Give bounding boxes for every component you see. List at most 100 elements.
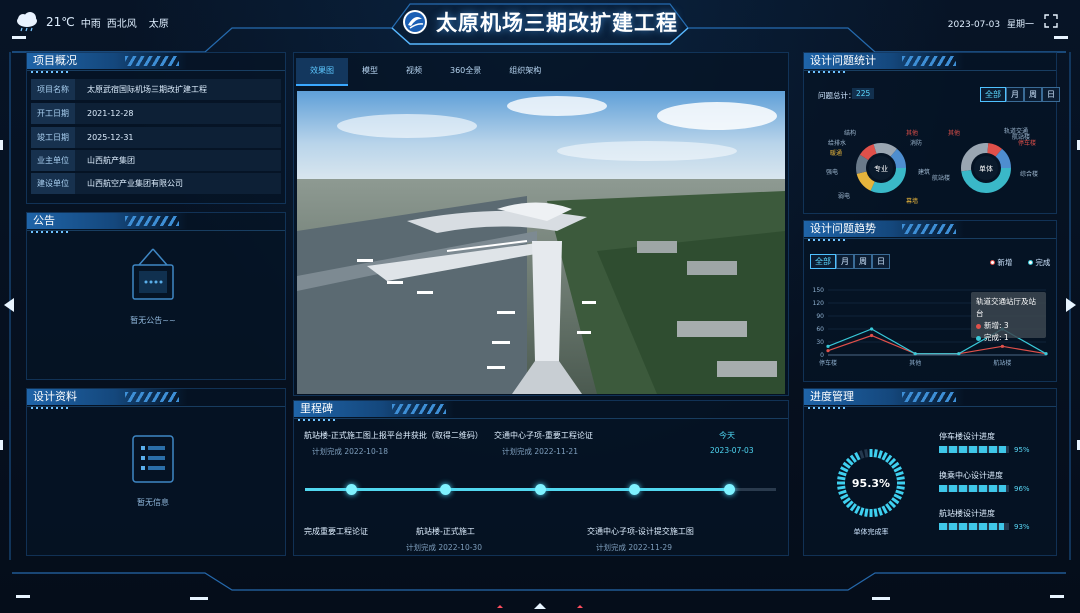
- data-point[interactable]: [913, 352, 917, 356]
- y-tick-label: 60: [816, 326, 824, 333]
- milestone-dot[interactable]: [629, 484, 640, 495]
- donut-label: 结构: [844, 129, 856, 137]
- tab-panorama[interactable]: 360全景: [436, 58, 495, 86]
- progress-bar-track: [939, 523, 1009, 530]
- legend-added-marker: [990, 260, 995, 265]
- filter-day[interactable]: 日: [872, 254, 890, 269]
- progress-ring-segment: [842, 497, 851, 505]
- progress-item-pct: 95%: [1014, 446, 1030, 454]
- progress-ring-segment: [891, 461, 900, 469]
- trend-legend-added: 新增: [990, 257, 1012, 268]
- notice-empty-state: 暂无公告~~: [123, 247, 183, 326]
- milestone-progress: [305, 488, 732, 491]
- tooltip-added-value: 3: [1003, 321, 1009, 330]
- overview-row: 项目名称 太原武宿国际机场三期改扩建工程: [31, 79, 281, 100]
- progress-ring-segment: [895, 489, 904, 495]
- data-point[interactable]: [957, 352, 961, 356]
- donut-label: 给排水: [828, 139, 846, 147]
- notice-board-icon: [132, 248, 174, 300]
- issue-donut-charts: 专业 结构 给排水 暖通 强电 弱电 建筑 幕墙 其他 消防 单体 其他 停车楼…: [826, 127, 1038, 205]
- filter-week[interactable]: 周: [1024, 87, 1042, 102]
- wind-direction: 西北风: [106, 18, 137, 30]
- milestone-label: 完成重要工程论证: [304, 527, 368, 536]
- design-docs-empty-text: 暂无信息: [137, 498, 169, 507]
- milestone-date: 计划完成 2022-10-30: [406, 543, 482, 552]
- milestone-label: 交通中心子项-设计提交施工图: [587, 527, 694, 536]
- filter-week[interactable]: 周: [854, 254, 872, 269]
- progress-item-pct: 93%: [1014, 523, 1030, 531]
- tab-model[interactable]: 模型: [348, 58, 392, 86]
- donut-label: 其他: [948, 129, 960, 137]
- progress-ring-segment: [881, 452, 888, 461]
- overview-key: 竣工日期: [31, 127, 75, 148]
- data-point[interactable]: [870, 333, 874, 338]
- donut-label: 其他: [906, 129, 918, 137]
- data-point[interactable]: [826, 349, 830, 353]
- donut-label: 暖通: [830, 149, 842, 157]
- progress-ring-segment: [888, 500, 897, 509]
- media-tabs: 效果图 模型 视频 360全景 组织架构: [296, 58, 555, 86]
- progress-ring-segment: [891, 497, 900, 505]
- progress-bar-fill: [939, 485, 1007, 492]
- filter-month[interactable]: 月: [836, 254, 854, 269]
- progress-item-label: 停车楼设计进度: [939, 432, 995, 441]
- filter-all[interactable]: 全部: [980, 87, 1006, 102]
- progress-ring-segment: [854, 505, 861, 514]
- legend-done-marker: [1028, 260, 1033, 265]
- airport-logo-icon: [403, 10, 427, 34]
- tooltip-done-label: 完成:: [984, 333, 1002, 342]
- tab-rendering[interactable]: 效果图: [296, 58, 348, 86]
- filter-all[interactable]: 全部: [810, 254, 836, 269]
- x-tick-label: 航站楼: [993, 359, 1011, 367]
- tab-organization[interactable]: 组织架构: [495, 58, 555, 86]
- progress-ring-segment: [895, 471, 904, 477]
- progress-ring-segment: [885, 503, 893, 512]
- issue-total-value: 225: [852, 88, 875, 99]
- notice-panel: 公告 暂无公告~~: [26, 212, 286, 380]
- milestone-today-date: 2023-07-03: [710, 446, 754, 455]
- current-weekday: 星期一: [1006, 20, 1034, 30]
- milestone-dot[interactable]: [535, 484, 546, 495]
- overview-key: 业主单位: [31, 150, 75, 171]
- progress-ring-segment: [881, 505, 888, 514]
- issue-total-label: 问题总计：: [818, 91, 856, 100]
- weather-widget: 21℃ 中雨 西北风 太原: [14, 12, 169, 32]
- overview-key: 项目名称: [31, 79, 75, 100]
- legend-added-label: 新增: [997, 258, 1013, 267]
- milestone-label: 交通中心子项-重要工程论证: [494, 431, 593, 440]
- airport-rendering-image: [297, 91, 785, 394]
- progress-ring-segment: [845, 500, 854, 509]
- filter-month[interactable]: 月: [1006, 87, 1024, 102]
- progress-ring-segment: [873, 449, 878, 458]
- tooltip-added-label: 新增:: [984, 321, 1002, 330]
- progress-ring-segment: [877, 450, 883, 459]
- progress-item-label: 换乘中心设计进度: [939, 471, 1003, 480]
- milestone-dot-today[interactable]: [724, 484, 735, 495]
- data-point[interactable]: [826, 344, 830, 348]
- notice-empty-text: 暂无公告~~: [130, 316, 176, 325]
- progress-ring-segment: [840, 466, 849, 473]
- data-point[interactable]: [1000, 344, 1004, 348]
- progress-ring-segment: [837, 485, 846, 490]
- panel-title: 设计问题趋势: [804, 221, 964, 237]
- donut-center-label: 单体: [979, 164, 993, 173]
- fullscreen-icon[interactable]: [1044, 14, 1058, 28]
- milestone-dot[interactable]: [440, 484, 451, 495]
- panel-title: 公告: [27, 213, 187, 229]
- project-overview-panel: 项目概况 项目名称 太原武宿国际机场三期改扩建工程 开工日期 2021-12-2…: [26, 52, 286, 204]
- progress-item-pct: 96%: [1014, 485, 1030, 493]
- data-point[interactable]: [1044, 352, 1048, 356]
- filter-day[interactable]: 日: [1042, 87, 1060, 102]
- trend-tooltip: 轨道交通站厅及站台 新增: 3 完成: 1: [971, 292, 1046, 342]
- data-point[interactable]: [870, 327, 874, 331]
- overview-value: 山西航空产业集团有限公司: [75, 173, 281, 194]
- tooltip-done-row: 完成: 1: [976, 332, 1041, 344]
- overall-progress-ring: 95.3% 单体完成率: [837, 449, 905, 536]
- tab-video[interactable]: 视频: [392, 58, 436, 86]
- milestone-dot[interactable]: [346, 484, 357, 495]
- progress-ring-segment: [854, 452, 861, 461]
- progress-ring-segment: [893, 493, 902, 500]
- issue-stats-filter: 全部 月 周 日: [980, 87, 1060, 102]
- overview-value: 太原武宿国际机场三期改扩建工程: [75, 79, 281, 100]
- donut-label: 建筑: [918, 168, 930, 176]
